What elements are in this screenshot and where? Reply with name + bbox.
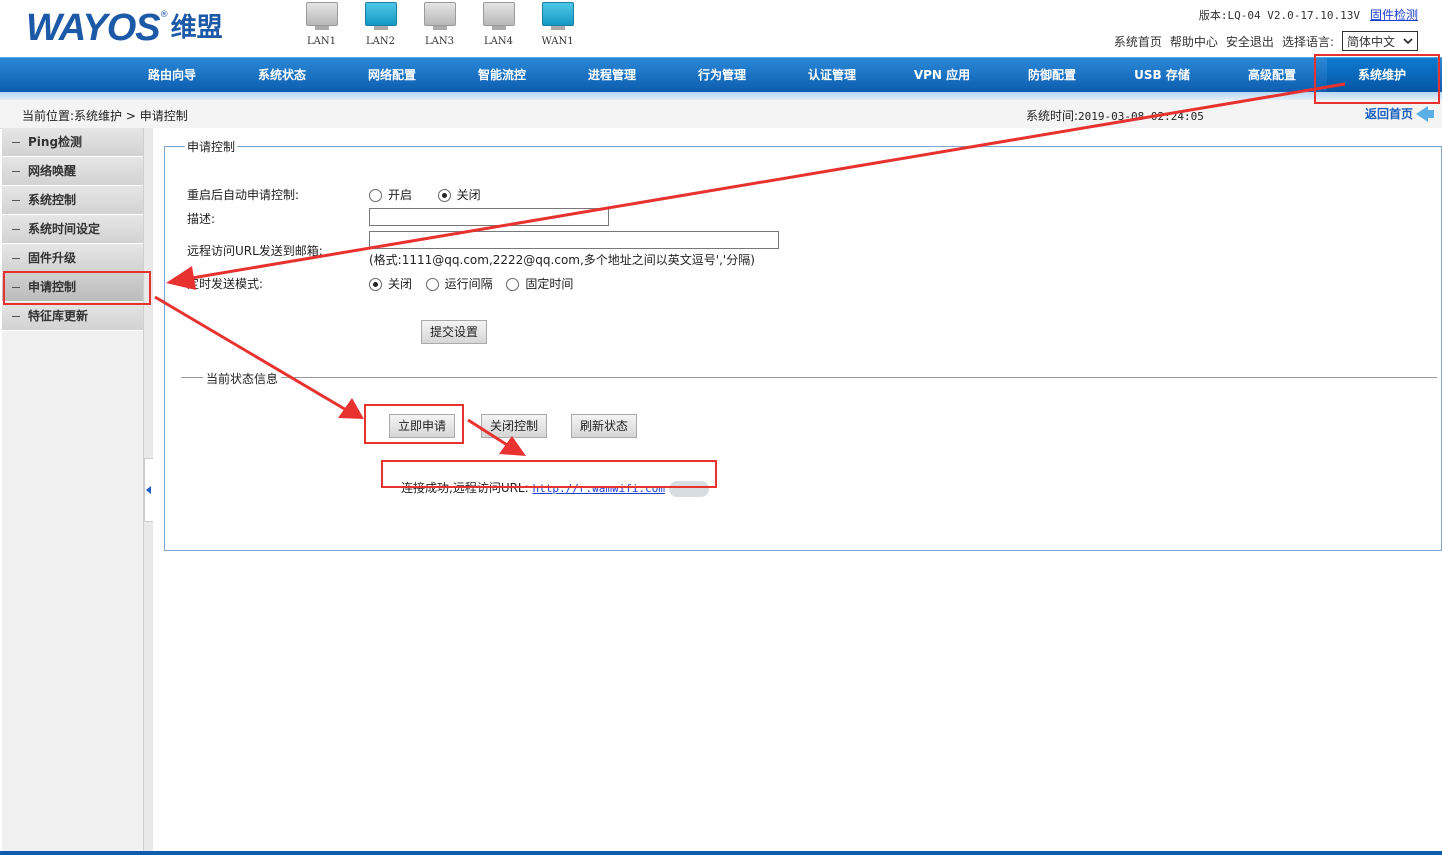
send-mode-fixed-radio[interactable] [506,278,520,291]
logo-cn-text: 维盟 [170,13,223,43]
logo-text: WAYOS [26,7,161,49]
nav-process-mgmt[interactable]: 进程管理 [557,58,667,93]
main-content: 申请控制 重启后自动申请控制: 开启 关闭 描述: 远程访问URL发送到邮箱: … [153,128,1442,855]
connection-result: 连接成功,远程访问URL: http://r.wamwifi.com [401,479,709,497]
panel-legend: 申请控制 [185,138,238,155]
wayos-logo[interactable]: WAYOS ® 维盟 [26,6,223,48]
nav-behavior-mgmt[interactable]: 行为管理 [667,58,777,93]
dash-icon [12,141,20,143]
send-mode-off-radio[interactable] [369,278,382,291]
dash-icon [12,170,20,172]
port-icon [423,2,456,26]
result-text: 连接成功,远程访问URL: [401,481,529,495]
system-time: 系统时间:2019-03-08 02:24:05 [1026,107,1204,124]
send-mode-interval-radio[interactable] [425,278,439,291]
logo-registered-mark: ® [159,10,169,20]
sidebar-item-wake-on-lan[interactable]: 网络唤醒 [2,157,143,186]
sidebar-item-ping[interactable]: Ping检测 [2,128,143,157]
email-label: 远程访问URL发送到邮箱: [187,244,323,258]
email-format-hint: (格式:1111@qq.com,2222@qq.com,多个地址之间以英文逗号'… [369,253,755,267]
firmware-check-link[interactable]: 固件检测 [1370,8,1418,22]
close-control-button[interactable]: 关闭控制 [481,414,548,438]
port-status-bar: LAN1 LAN2 LAN3 LAN4 WAN1 [292,2,587,47]
auto-apply-on-radio[interactable] [369,189,382,202]
language-select[interactable]: 简体中文 [1341,31,1418,51]
sidebar-item-firmware-upgrade[interactable]: 固件升级 [2,244,143,273]
dash-icon [12,228,20,230]
auto-apply-off-radio[interactable] [437,189,451,202]
auto-apply-radio-group: 开启 关闭 [369,186,481,203]
header: WAYOS ® 维盟 LAN1 LAN2 LAN3 LAN4 WAN1 版本:L… [0,0,1442,57]
port-wan1: WAN1 [528,2,587,47]
refresh-status-button[interactable]: 刷新状态 [571,414,638,438]
breadcrumb-bar: 当前位置:系统维护 > 申请控制 系统时间:2019-03-08 02:24:0… [0,100,1442,129]
system-time-value: 2019-03-08 02:24:05 [1078,110,1204,123]
submit-settings-button[interactable]: 提交设置 [421,320,488,344]
version-line: 版本:LQ-04 V2.0-17.10.13V 固件检测 [1114,6,1418,23]
port-lan2: LAN2 [351,2,410,47]
nav-route-wizard[interactable]: 路由向导 [117,58,227,93]
sidebar-item-signature-update[interactable]: 特征库更新 [2,302,143,331]
header-links: 系统首页 帮助中心 安全退出 选择语言: 简体中文 [1114,31,1418,51]
status-legend: 当前状态信息 [203,370,282,387]
dash-icon [12,257,20,259]
language-value: 简体中文 [1346,34,1395,49]
send-mode-radio-group: 关闭 运行间隔 固定时间 [369,275,573,292]
apply-now-button[interactable]: 立即申请 [389,414,456,438]
breadcrumb: 当前位置:系统维护 > 申请控制 [22,109,188,123]
nav-vpn[interactable]: VPN 应用 [887,58,997,93]
nav-network-config[interactable]: 网络配置 [337,58,447,93]
email-input[interactable] [369,231,779,249]
description-input[interactable] [369,208,609,226]
nav-advanced-config[interactable]: 高级配置 [1217,58,1327,93]
help-link[interactable]: 帮助中心 [1170,33,1218,50]
remote-url-link[interactable]: http://r.wamwifi.com [533,482,665,495]
redacted-blur [668,480,709,497]
status-divider [181,377,1437,378]
port-icon [482,2,515,26]
port-icon [305,2,338,26]
logout-link[interactable]: 安全退出 [1226,33,1274,50]
auto-apply-label: 重启后自动申请控制: [187,188,300,202]
description-label: 描述: [187,212,216,226]
dash-icon [12,286,20,288]
port-lan3: LAN3 [410,2,469,47]
apply-control-panel: 申请控制 重启后自动申请控制: 开启 关闭 描述: 远程访问URL发送到邮箱: … [164,138,1442,551]
footer-bar [0,851,1442,855]
port-lan4: LAN4 [469,2,528,47]
nav-smart-flow[interactable]: 智能流控 [447,58,557,93]
nav-system-status[interactable]: 系统状态 [227,58,337,93]
sidebar-item-system-control[interactable]: 系统控制 [2,186,143,215]
send-mode-label: 定时发送模式: [187,277,264,291]
back-home-label: 返回首页 [1364,107,1413,121]
nav-auth-mgmt[interactable]: 认证管理 [777,58,887,93]
sidebar-item-time-settings[interactable]: 系统时间设定 [2,215,143,244]
nav-usb-storage[interactable]: USB 存储 [1107,58,1217,93]
system-time-label: 系统时间: [1026,109,1079,123]
dash-icon [12,199,20,201]
dash-icon [12,315,20,317]
port-icon [364,2,397,26]
back-arrow-icon [1416,105,1434,122]
nav-defense-config[interactable]: 防御配置 [997,58,1107,93]
home-link[interactable]: 系统首页 [1114,33,1162,50]
port-icon [541,2,574,26]
sidebar-item-apply-control[interactable]: 申请控制 [2,273,143,302]
main-nav: 路由向导 系统状态 网络配置 智能流控 进程管理 行为管理 认证管理 VPN 应… [0,57,1442,93]
header-right: 版本:LQ-04 V2.0-17.10.13V 固件检测 系统首页 帮助中心 安全… [1114,6,1418,51]
nav-divider [0,92,1442,100]
nav-system-maintenance[interactable]: 系统维护 [1327,58,1437,93]
sidebar: Ping检测 网络唤醒 系统控制 系统时间设定 固件升级 申请控制 特征库更新 [2,128,143,855]
version-text: 版本:LQ-04 V2.0-17.10.13V [1198,9,1360,22]
collapse-arrow-icon [146,486,151,494]
chevron-down-icon [1403,38,1413,45]
port-lan1: LAN1 [292,2,351,47]
back-home-button[interactable]: 返回首页 [1364,105,1434,122]
language-label: 选择语言: [1281,34,1334,49]
